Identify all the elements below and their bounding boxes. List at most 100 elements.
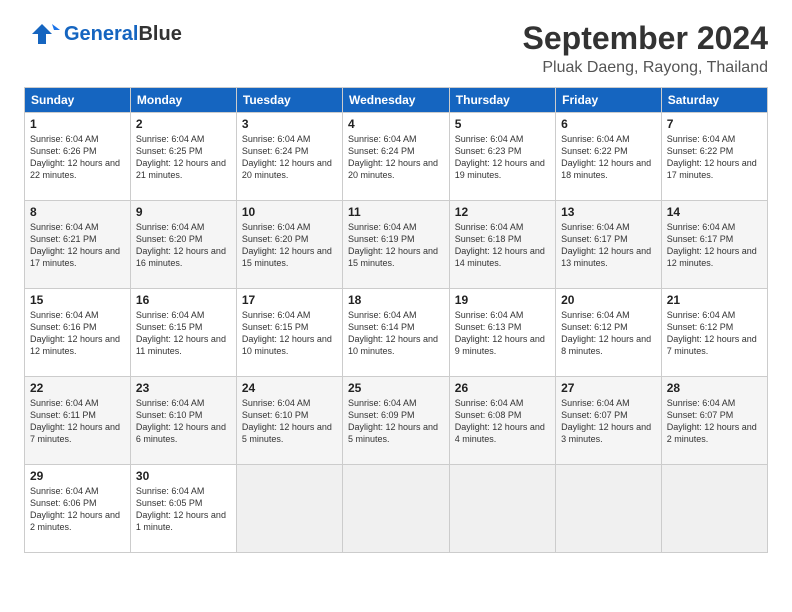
day-cell: 11Sunrise: 6:04 AM Sunset: 6:19 PM Dayli…: [342, 201, 449, 289]
week-row-4: 29 Sunrise: 6:04 AM Sunset: 6:06 PM Dayli…: [25, 465, 768, 553]
day-cell: [449, 465, 555, 553]
day-number: 18: [348, 293, 444, 307]
day-number: 24: [242, 381, 337, 395]
day-info: Sunrise: 6:04 AM Sunset: 6:18 PM Dayligh…: [455, 221, 550, 270]
day-info: Sunrise: 6:04 AM Sunset: 6:24 PM Dayligh…: [348, 133, 444, 182]
day-cell: 10 Sunrise: 6:04 AM Sunset: 6:20 PM Dayli…: [236, 201, 342, 289]
day-cell: 26 Sunrise: 6:04 AM Sunset: 6:08 PM Dayli…: [449, 377, 555, 465]
day-cell: 15 Sunrise: 6:04 AM Sunset: 6:16 PM Dayli…: [25, 289, 131, 377]
day-info: Sunrise: 6:04 AM Sunset: 6:14 PM Dayligh…: [348, 309, 444, 358]
day-number: 25: [348, 381, 444, 395]
day-info: Sunrise: 6:04 AM Sunset: 6:09 PM Dayligh…: [348, 397, 444, 446]
day-info: Sunrise: 6:04 AM Sunset: 6:17 PM Dayligh…: [561, 221, 656, 270]
col-thursday: Thursday: [449, 88, 555, 113]
day-cell: 30 Sunrise: 6:04 AM Sunset: 6:05 PM Dayli…: [130, 465, 236, 553]
day-number: 6: [561, 117, 656, 131]
day-cell: 28 Sunrise: 6:04 AM Sunset: 6:07 PM Dayli…: [661, 377, 767, 465]
day-info: Sunrise: 6:04 AM Sunset: 6:19 PM Dayligh…: [348, 221, 444, 270]
day-info: Sunrise: 6:04 AM Sunset: 6:11 PM Dayligh…: [30, 397, 125, 446]
day-number: 5: [455, 117, 550, 131]
day-info: Sunrise: 6:04 AM Sunset: 6:15 PM Dayligh…: [136, 309, 231, 358]
day-cell: 19 Sunrise: 6:04 AM Sunset: 6:13 PM Dayli…: [449, 289, 555, 377]
week-row-2: 15 Sunrise: 6:04 AM Sunset: 6:16 PM Dayli…: [25, 289, 768, 377]
day-number: 23: [136, 381, 231, 395]
day-info: Sunrise: 6:04 AM Sunset: 6:15 PM Dayligh…: [242, 309, 337, 358]
day-info: Sunrise: 6:04 AM Sunset: 6:23 PM Dayligh…: [455, 133, 550, 182]
week-row-0: 1 Sunrise: 6:04 AM Sunset: 6:26 PM Daylig…: [25, 113, 768, 201]
day-number: 16: [136, 293, 231, 307]
col-wednesday: Wednesday: [342, 88, 449, 113]
day-number: 1: [30, 117, 125, 131]
day-number: 30: [136, 469, 231, 483]
day-info: Sunrise: 6:04 AM Sunset: 6:07 PM Dayligh…: [561, 397, 656, 446]
day-number: 19: [455, 293, 550, 307]
calendar-title: September 2024: [523, 20, 768, 57]
week-row-1: 8 Sunrise: 6:04 AM Sunset: 6:21 PM Daylig…: [25, 201, 768, 289]
day-number: 26: [455, 381, 550, 395]
day-number: 8: [30, 205, 125, 219]
day-cell: 13 Sunrise: 6:04 AM Sunset: 6:17 PM Dayli…: [556, 201, 662, 289]
day-cell: 22 Sunrise: 6:04 AM Sunset: 6:11 PM Dayli…: [25, 377, 131, 465]
day-cell: 17 Sunrise: 6:04 AM Sunset: 6:15 PM Dayli…: [236, 289, 342, 377]
header-row: Sunday Monday Tuesday Wednesday Thursday…: [25, 88, 768, 113]
day-number: 3: [242, 117, 337, 131]
day-info: Sunrise: 6:04 AM Sunset: 6:20 PM Dayligh…: [136, 221, 231, 270]
day-cell: 21 Sunrise: 6:04 AM Sunset: 6:12 PM Dayli…: [661, 289, 767, 377]
day-cell: 29 Sunrise: 6:04 AM Sunset: 6:06 PM Dayli…: [25, 465, 131, 553]
logo: GeneralBlue: [24, 20, 182, 48]
day-info: Sunrise: 6:04 AM Sunset: 6:16 PM Dayligh…: [30, 309, 125, 358]
col-tuesday: Tuesday: [236, 88, 342, 113]
logo-icon: [24, 20, 60, 48]
day-number: 15: [30, 293, 125, 307]
day-info: Sunrise: 6:04 AM Sunset: 6:26 PM Dayligh…: [30, 133, 125, 182]
day-info: Sunrise: 6:04 AM Sunset: 6:25 PM Dayligh…: [136, 133, 231, 182]
day-info: Sunrise: 6:04 AM Sunset: 6:20 PM Dayligh…: [242, 221, 337, 270]
day-cell: 16 Sunrise: 6:04 AM Sunset: 6:15 PM Dayli…: [130, 289, 236, 377]
day-number: 17: [242, 293, 337, 307]
day-cell: 27 Sunrise: 6:04 AM Sunset: 6:07 PM Dayli…: [556, 377, 662, 465]
day-cell: 7Sunrise: 6:04 AM Sunset: 6:22 PM Daylig…: [661, 113, 767, 201]
day-number: 29: [30, 469, 125, 483]
day-cell: 20 Sunrise: 6:04 AM Sunset: 6:12 PM Dayli…: [556, 289, 662, 377]
day-number: 10: [242, 205, 337, 219]
day-info: Sunrise: 6:04 AM Sunset: 6:12 PM Dayligh…: [667, 309, 762, 358]
day-number: 20: [561, 293, 656, 307]
calendar-table: Sunday Monday Tuesday Wednesday Thursday…: [24, 87, 768, 553]
day-cell: 5 Sunrise: 6:04 AM Sunset: 6:23 PM Daylig…: [449, 113, 555, 201]
col-saturday: Saturday: [661, 88, 767, 113]
day-cell: [342, 465, 449, 553]
day-number: 21: [667, 293, 762, 307]
header: GeneralBlue September 2024 Pluak Daeng, …: [24, 20, 768, 77]
day-cell: 24Sunrise: 6:04 AM Sunset: 6:10 PM Dayli…: [236, 377, 342, 465]
day-info: Sunrise: 6:04 AM Sunset: 6:24 PM Dayligh…: [242, 133, 337, 182]
page: GeneralBlue September 2024 Pluak Daeng, …: [0, 0, 792, 612]
day-info: Sunrise: 6:04 AM Sunset: 6:06 PM Dayligh…: [30, 485, 125, 534]
day-number: 13: [561, 205, 656, 219]
day-cell: 12 Sunrise: 6:04 AM Sunset: 6:18 PM Dayli…: [449, 201, 555, 289]
col-friday: Friday: [556, 88, 662, 113]
day-info: Sunrise: 6:04 AM Sunset: 6:07 PM Dayligh…: [667, 397, 762, 446]
day-number: 9: [136, 205, 231, 219]
day-info: Sunrise: 6:04 AM Sunset: 6:13 PM Dayligh…: [455, 309, 550, 358]
day-info: Sunrise: 6:04 AM Sunset: 6:08 PM Dayligh…: [455, 397, 550, 446]
day-number: 12: [455, 205, 550, 219]
day-cell: 25 Sunrise: 6:04 AM Sunset: 6:09 PM Dayli…: [342, 377, 449, 465]
day-info: Sunrise: 6:04 AM Sunset: 6:21 PM Dayligh…: [30, 221, 125, 270]
day-info: Sunrise: 6:04 AM Sunset: 6:05 PM Dayligh…: [136, 485, 231, 534]
day-number: 7: [667, 117, 762, 131]
day-number: 22: [30, 381, 125, 395]
day-number: 27: [561, 381, 656, 395]
col-monday: Monday: [130, 88, 236, 113]
day-info: Sunrise: 6:04 AM Sunset: 6:10 PM Dayligh…: [136, 397, 231, 446]
col-sunday: Sunday: [25, 88, 131, 113]
day-cell: 8 Sunrise: 6:04 AM Sunset: 6:21 PM Daylig…: [25, 201, 131, 289]
day-cell: [236, 465, 342, 553]
calendar-subtitle: Pluak Daeng, Rayong, Thailand: [523, 59, 768, 77]
day-cell: 6Sunrise: 6:04 AM Sunset: 6:22 PM Daylig…: [556, 113, 662, 201]
day-cell: 9 Sunrise: 6:04 AM Sunset: 6:20 PM Daylig…: [130, 201, 236, 289]
day-number: 2: [136, 117, 231, 131]
day-info: Sunrise: 6:04 AM Sunset: 6:12 PM Dayligh…: [561, 309, 656, 358]
day-number: 28: [667, 381, 762, 395]
day-cell: [661, 465, 767, 553]
week-row-3: 22 Sunrise: 6:04 AM Sunset: 6:11 PM Dayli…: [25, 377, 768, 465]
